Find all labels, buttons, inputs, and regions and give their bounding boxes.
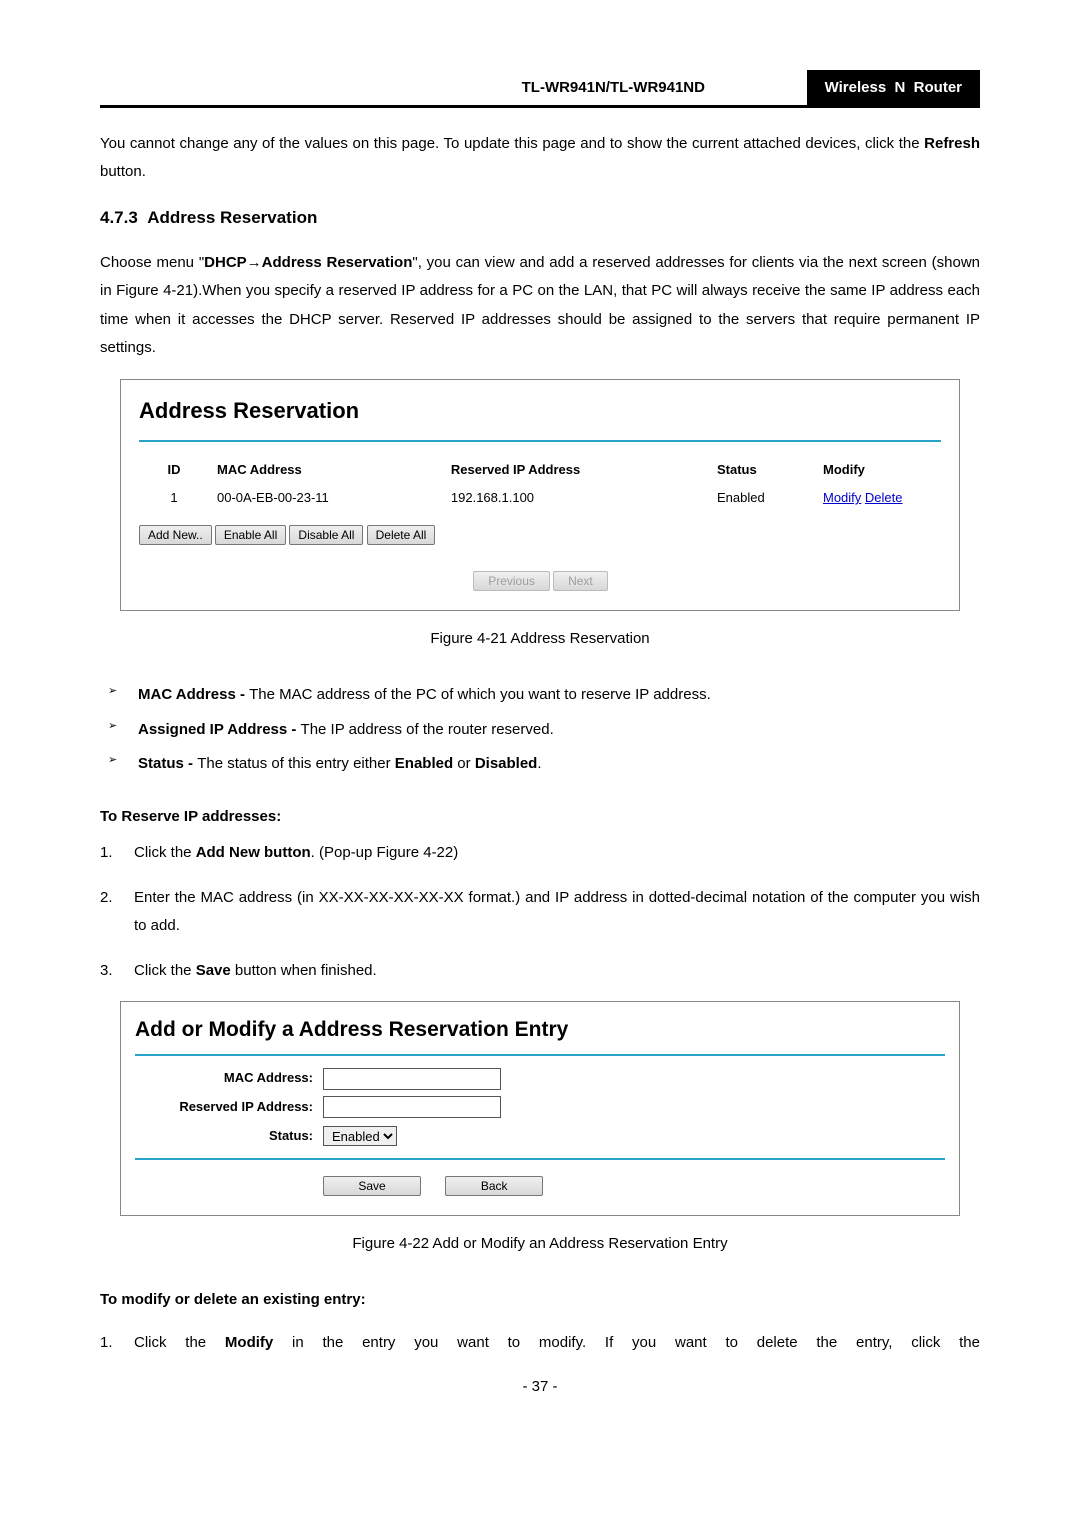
table-row: 1 00-0A-EB-00-23-11 192.168.1.100 Enable… — [139, 484, 941, 513]
enable-all-button[interactable]: Enable All — [215, 525, 286, 545]
figure-4-22-title: Add or Modify a Address Reservation Entr… — [135, 1010, 945, 1050]
mac-address-label: MAC Address: — [135, 1066, 323, 1091]
bullet-icon: ➢ — [108, 681, 138, 710]
col-id: ID — [139, 456, 209, 485]
bullet-icon: ➢ — [108, 750, 138, 779]
back-button[interactable]: Back — [445, 1176, 543, 1196]
figure-4-21-box: Address Reservation ID MAC Address Reser… — [120, 379, 960, 611]
description-paragraph: Choose menu "DHCP→Address Reservation", … — [100, 249, 980, 363]
modify-link[interactable]: Modify — [823, 490, 861, 505]
page-number: - 37 - — [100, 1373, 980, 1402]
reserve-steps: 1. Click the Add New button. (Pop-up Fig… — [100, 839, 980, 985]
modify-heading: To modify or delete an existing entry: — [100, 1286, 980, 1315]
col-ip: Reserved IP Address — [443, 456, 709, 485]
figure-4-22-caption: Figure 4-22 Add or Modify an Address Res… — [100, 1230, 980, 1259]
intro-paragraph: You cannot change any of the values on t… — [100, 130, 980, 187]
field-definitions: ➢ MAC Address - The MAC address of the P… — [108, 681, 980, 779]
status-label: Status: — [135, 1124, 323, 1149]
figure-4-22-box: Add or Modify a Address Reservation Entr… — [120, 1001, 960, 1215]
button-row: Add New.. Enable All Disable All Delete … — [139, 521, 941, 550]
figure-4-21-title: Address Reservation — [139, 390, 941, 432]
disable-all-button[interactable]: Disable All — [289, 525, 363, 545]
previous-button: Previous — [473, 571, 550, 591]
add-new-button[interactable]: Add New.. — [139, 525, 212, 545]
document-page: TL-WR941N/TL-WR941ND Wireless N Router Y… — [0, 0, 1080, 1442]
reserved-ip-label: Reserved IP Address: — [135, 1095, 323, 1120]
reservation-table: ID MAC Address Reserved IP Address Statu… — [139, 456, 941, 513]
col-modify: Modify — [815, 456, 941, 485]
modify-step: 1. Click the Modify in the entry you wan… — [100, 1329, 980, 1358]
save-button[interactable]: Save — [323, 1176, 421, 1196]
header-bar: TL-WR941N/TL-WR941ND Wireless N Router — [100, 70, 980, 108]
bullet-icon: ➢ — [108, 716, 138, 745]
col-status: Status — [709, 456, 815, 485]
header-model: TL-WR941N/TL-WR941ND — [420, 70, 807, 105]
figure-4-21-caption: Figure 4-21 Address Reservation — [100, 625, 980, 654]
col-mac: MAC Address — [209, 456, 443, 485]
header-product: Wireless N Router — [807, 70, 980, 105]
next-button: Next — [553, 571, 608, 591]
mac-address-input[interactable] — [323, 1068, 501, 1090]
reserve-heading: To Reserve IP addresses: — [100, 803, 980, 832]
delete-link[interactable]: Delete — [865, 490, 903, 505]
reserved-ip-input[interactable] — [323, 1096, 501, 1118]
status-select[interactable]: Enabled — [323, 1126, 397, 1146]
section-heading: 4.7.3 Address Reservation — [100, 202, 980, 234]
delete-all-button[interactable]: Delete All — [367, 525, 436, 545]
